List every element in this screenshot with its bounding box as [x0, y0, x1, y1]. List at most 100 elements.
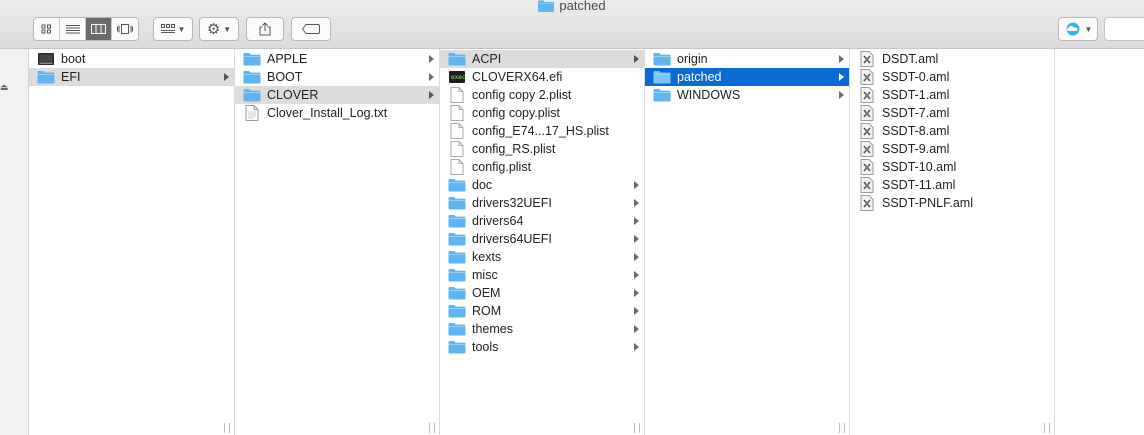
disclosure-arrow-icon	[634, 217, 639, 225]
folder-row[interactable]: kexts	[440, 248, 644, 266]
disclosure-arrow-icon	[429, 91, 434, 99]
column-1[interactable]: boot EFI	[29, 49, 235, 435]
item-label: config copy 2.plist	[472, 88, 572, 102]
item-label: CLOVERX64.efi	[472, 70, 563, 84]
folder-row[interactable]: misc	[440, 266, 644, 284]
folder-row[interactable]: EFI	[29, 68, 234, 86]
column-resize-handle[interactable]	[224, 423, 230, 433]
file-row[interactable]: boot	[29, 50, 234, 68]
folder-row[interactable]: WINDOWS	[645, 86, 849, 104]
column-view-button[interactable]	[86, 18, 112, 40]
arrange-button[interactable]: ▼	[153, 17, 193, 41]
icon-view-button[interactable]	[34, 18, 60, 40]
toolbar: patched ▼ ⚙ ▼ ▼	[0, 0, 1144, 49]
list-view-icon	[65, 25, 80, 34]
column-resize-handle[interactable]	[839, 423, 845, 433]
chevron-down-icon: ▼	[177, 24, 186, 34]
cloud-button[interactable]: ▼	[1058, 17, 1098, 41]
folder-row[interactable]: ACPI	[440, 50, 644, 68]
sidebar: ⏏	[0, 49, 29, 435]
file-row[interactable]: SSDT-PNLF.aml	[850, 194, 1054, 212]
aml-file-icon	[858, 141, 876, 157]
column-resize-handle[interactable]	[429, 423, 435, 433]
window-title: patched	[0, 0, 1144, 13]
item-label: kexts	[472, 250, 502, 264]
item-label: EFI	[61, 70, 81, 84]
column-resize-handle[interactable]	[634, 423, 640, 433]
folder-row[interactable]: patched	[645, 68, 849, 86]
aml-file-icon	[858, 195, 876, 211]
folder-icon	[448, 304, 466, 318]
file-row[interactable]: SSDT-7.aml	[850, 104, 1054, 122]
action-button[interactable]: ⚙ ▼	[199, 17, 239, 41]
item-label: SSDT-1.aml	[882, 88, 950, 102]
folder-icon	[243, 88, 261, 102]
folder-row[interactable]: ROM	[440, 302, 644, 320]
search-field[interactable]	[1104, 17, 1144, 41]
item-label: SSDT-11.aml	[882, 178, 956, 192]
file-row[interactable]: config copy.plist	[440, 104, 644, 122]
folder-row[interactable]: APPLE	[235, 50, 439, 68]
folder-icon	[37, 70, 55, 84]
list-view-button[interactable]	[60, 18, 86, 40]
file-row[interactable]: SSDT-9.aml	[850, 140, 1054, 158]
file-row[interactable]: Clover_Install_Log.txt	[235, 104, 439, 122]
file-row[interactable]: exec CLOVERX64.efi	[440, 68, 644, 86]
item-label: WINDOWS	[677, 88, 741, 102]
folder-row[interactable]: drivers32UEFI	[440, 194, 644, 212]
folder-row[interactable]: drivers64UEFI	[440, 230, 644, 248]
gear-icon: ⚙	[206, 20, 221, 38]
eject-icon[interactable]: ⏏	[0, 82, 9, 93]
window-title-text: patched	[559, 0, 606, 13]
item-label: ROM	[472, 304, 502, 318]
column-2[interactable]: APPLE BOOT CLOVER Clover_Install_Log.txt	[235, 49, 440, 435]
column-resize-handle[interactable]	[1044, 423, 1050, 433]
tag-button[interactable]	[291, 17, 331, 41]
cover-flow-button[interactable]	[112, 18, 138, 40]
folder-row[interactable]: doc	[440, 176, 644, 194]
file-row[interactable]: config_E74...17_HS.plist	[440, 122, 644, 140]
file-row[interactable]: SSDT-0.aml	[850, 68, 1054, 86]
drive-icon	[37, 52, 55, 66]
item-label: drivers32UEFI	[472, 196, 552, 210]
file-row[interactable]: config.plist	[440, 158, 644, 176]
file-row[interactable]: config copy 2.plist	[440, 86, 644, 104]
item-label: Clover_Install_Log.txt	[267, 106, 388, 120]
file-row[interactable]: SSDT-1.aml	[850, 86, 1054, 104]
aml-file-icon	[858, 177, 876, 193]
item-label: SSDT-7.aml	[882, 106, 950, 120]
item-label: SSDT-PNLF.aml	[882, 196, 973, 210]
folder-row[interactable]: themes	[440, 320, 644, 338]
share-icon	[259, 22, 271, 36]
disclosure-arrow-icon	[429, 73, 434, 81]
document-icon	[448, 105, 466, 121]
file-row[interactable]: SSDT-10.aml	[850, 158, 1054, 176]
folder-icon	[448, 250, 466, 264]
document-icon	[448, 123, 466, 139]
folder-row[interactable]: origin	[645, 50, 849, 68]
folder-icon	[448, 52, 466, 66]
item-label: drivers64	[472, 214, 524, 228]
disclosure-arrow-icon	[224, 73, 229, 81]
share-button[interactable]	[246, 17, 284, 41]
file-row[interactable]: SSDT-11.aml	[850, 176, 1054, 194]
folder-row[interactable]: tools	[440, 338, 644, 356]
folder-row[interactable]: BOOT	[235, 68, 439, 86]
folder-row[interactable]: drivers64	[440, 212, 644, 230]
column-3[interactable]: ACPI exec CLOVERX64.efi config copy 2.plist…	[440, 49, 645, 435]
file-row[interactable]: DSDT.aml	[850, 50, 1054, 68]
column-5[interactable]: DSDT.aml SSDT-0.aml SSDT-1.aml SSDT-7.aml SS…	[850, 49, 1055, 435]
item-label: config copy.plist	[472, 106, 561, 120]
folder-icon	[538, 0, 555, 15]
file-row[interactable]: SSDT-8.aml	[850, 122, 1054, 140]
disclosure-arrow-icon	[634, 55, 639, 63]
file-row[interactable]: config_RS.plist	[440, 140, 644, 158]
item-label: SSDT-10.aml	[882, 160, 957, 174]
document-icon	[448, 87, 466, 103]
item-label: DSDT.aml	[882, 52, 939, 66]
folder-row[interactable]: OEM	[440, 284, 644, 302]
chevron-down-icon: ▼	[1084, 24, 1093, 34]
column-4[interactable]: origin patched WINDOWS	[645, 49, 850, 435]
folder-icon	[448, 286, 466, 300]
folder-row[interactable]: CLOVER	[235, 86, 439, 104]
